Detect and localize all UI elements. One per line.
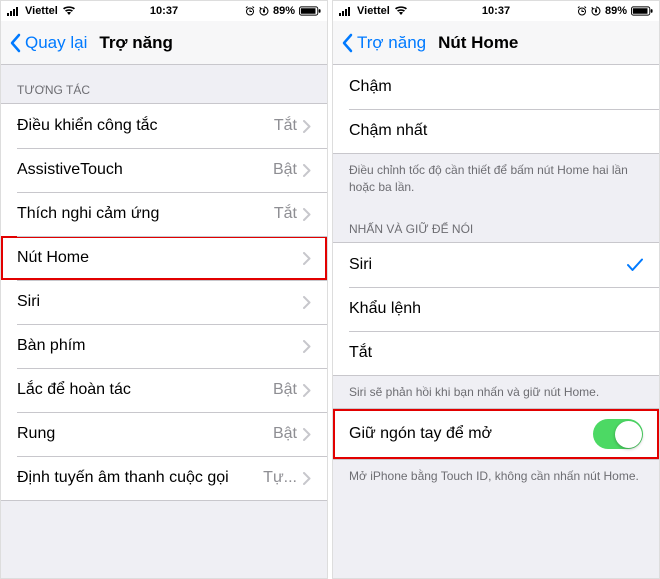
row-value: Tắt (274, 205, 297, 223)
chevron-right-icon (303, 120, 311, 133)
list-hold: Siri Khẩu lệnh Tắt (333, 242, 659, 376)
row-voice-control[interactable]: Khẩu lệnh (333, 287, 659, 331)
row-label: Lắc để hoàn tác (17, 381, 273, 399)
row-label: Thích nghi cảm ứng (17, 205, 274, 223)
row-label: Siri (349, 256, 627, 274)
row-keyboard[interactable]: Bàn phím (1, 324, 327, 368)
footer-rest: Mở iPhone bằng Touch ID, không cần nhấn … (333, 460, 659, 493)
phone-left: Viettel 10:37 89% (0, 0, 328, 579)
alarm-icon (577, 6, 587, 16)
alarm-icon (245, 6, 255, 16)
nav-bar: Quay lại Trợ năng (1, 21, 327, 65)
row-off[interactable]: Tắt (333, 331, 659, 375)
signal-icon (339, 6, 353, 16)
row-label: Giữ ngón tay để mở (349, 425, 593, 443)
row-touch-accommodations[interactable]: Thích nghi cảm ứng Tắt (1, 192, 327, 236)
row-label: Rung (17, 425, 273, 443)
row-value: Bật (273, 425, 297, 443)
status-bar: Viettel 10:37 89% (1, 1, 327, 21)
row-rest-finger[interactable]: Giữ ngón tay để mở (333, 409, 659, 459)
signal-icon (7, 6, 21, 16)
row-label: Điều khiển công tắc (17, 117, 274, 135)
time-label: 10:37 (150, 5, 178, 17)
carrier-label: Viettel (357, 5, 390, 17)
wifi-icon (62, 6, 76, 16)
row-shake-undo[interactable]: Lắc để hoàn tác Bật (1, 368, 327, 412)
content-left: TƯƠNG TÁC Điều khiển công tắc Tắt Assist… (1, 65, 327, 578)
section-header-interaction: TƯƠNG TÁC (1, 65, 327, 103)
battery-percent: 89% (605, 5, 627, 17)
nav-back-button[interactable]: Quay lại (9, 33, 87, 53)
status-bar: Viettel 10:37 89% (333, 1, 659, 21)
battery-percent: 89% (273, 5, 295, 17)
footer-hold: Siri sẽ phản hồi khi bạn nhấn và giữ nút… (333, 376, 659, 409)
row-label: Bàn phím (17, 337, 303, 355)
row-slowest[interactable]: Chậm nhất (333, 109, 659, 153)
row-vibration[interactable]: Rung Bật (1, 412, 327, 456)
chevron-left-icon (9, 33, 21, 53)
row-slow[interactable]: Chậm (333, 65, 659, 109)
chevron-right-icon (303, 384, 311, 397)
row-assistivetouch[interactable]: AssistiveTouch Bật (1, 148, 327, 192)
row-label: Định tuyến âm thanh cuộc gọi (17, 469, 263, 487)
toggle-rest-finger[interactable] (593, 419, 643, 449)
row-value: Bật (273, 161, 297, 179)
toggle-knob (615, 421, 642, 448)
row-value: Tự... (263, 469, 297, 487)
nav-title: Trợ năng (99, 33, 172, 53)
rotation-lock-icon (259, 6, 269, 16)
row-label: Khẩu lệnh (349, 300, 643, 318)
chevron-right-icon (303, 252, 311, 265)
phone-right: Viettel 10:37 89% (332, 0, 660, 579)
row-switch-control[interactable]: Điều khiển công tắc Tắt (1, 104, 327, 148)
footer-speed: Điều chỉnh tốc độ cần thiết để bấm nút H… (333, 154, 659, 204)
list-speed: Chậm Chậm nhất (333, 65, 659, 154)
battery-icon (631, 6, 653, 16)
row-label: Tắt (349, 344, 643, 362)
chevron-left-icon (341, 33, 353, 53)
row-label: Chậm (349, 78, 643, 96)
row-siri[interactable]: Siri (333, 243, 659, 287)
chevron-right-icon (303, 340, 311, 353)
nav-bar: Trợ năng Nút Home (333, 21, 659, 65)
checkmark-icon (627, 258, 643, 272)
chevron-right-icon (303, 296, 311, 309)
time-label: 10:37 (482, 5, 510, 17)
row-siri[interactable]: Siri (1, 280, 327, 324)
nav-title: Nút Home (438, 33, 518, 53)
list-interaction: Điều khiển công tắc Tắt AssistiveTouch B… (1, 103, 327, 501)
row-home-button[interactable]: Nút Home (1, 236, 327, 280)
rotation-lock-icon (591, 6, 601, 16)
row-label: Chậm nhất (349, 122, 643, 140)
chevron-right-icon (303, 472, 311, 485)
row-call-audio-routing[interactable]: Định tuyến âm thanh cuộc gọi Tự... (1, 456, 327, 500)
nav-back-label: Trợ năng (357, 33, 426, 53)
row-value: Bật (273, 381, 297, 399)
row-value: Tắt (274, 117, 297, 135)
row-label: Nút Home (17, 249, 303, 267)
section-header-hold: NHẤN VÀ GIỮ ĐỂ NÓI (333, 204, 659, 242)
row-label: Siri (17, 293, 303, 311)
content-right: Chậm Chậm nhất Điều chỉnh tốc độ cần thi… (333, 65, 659, 578)
nav-back-button[interactable]: Trợ năng (341, 33, 426, 53)
chevron-right-icon (303, 208, 311, 221)
chevron-right-icon (303, 428, 311, 441)
nav-back-label: Quay lại (25, 33, 87, 53)
carrier-label: Viettel (25, 5, 58, 17)
list-rest: Giữ ngón tay để mở (333, 408, 659, 460)
chevron-right-icon (303, 164, 311, 177)
battery-icon (299, 6, 321, 16)
row-label: AssistiveTouch (17, 161, 273, 179)
wifi-icon (394, 6, 408, 16)
